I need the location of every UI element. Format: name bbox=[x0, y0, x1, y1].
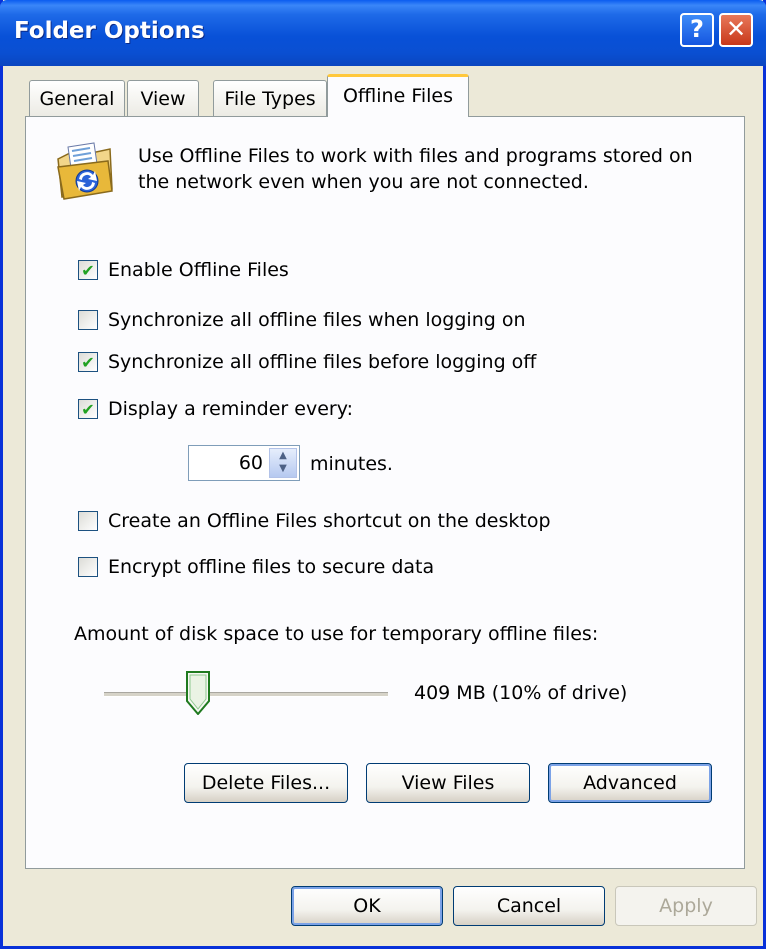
disk-space-slider-thumb[interactable] bbox=[186, 671, 210, 715]
sync-before-logoff-checkbox[interactable]: ✔ Synchronize all offline files before l… bbox=[78, 348, 536, 376]
checkbox-label: Synchronize all offline files when loggi… bbox=[108, 309, 526, 331]
checkbox-box[interactable]: ✔ bbox=[78, 399, 98, 419]
folder-options-dialog: Folder Options ? ✕ General View File Typ… bbox=[0, 0, 766, 949]
checkbox-box[interactable]: ✔ bbox=[78, 352, 98, 372]
checkbox-box[interactable] bbox=[78, 310, 98, 330]
checkbox-box[interactable] bbox=[78, 557, 98, 577]
window-title: Folder Options bbox=[14, 18, 205, 44]
checkbox-box[interactable] bbox=[78, 511, 98, 531]
tab-offline-files[interactable]: Offline Files bbox=[327, 74, 469, 117]
close-button[interactable]: ✕ bbox=[719, 13, 753, 47]
intro-text: Use Offline Files to work with files and… bbox=[138, 145, 693, 193]
offline-folder-icon bbox=[57, 142, 113, 200]
apply-button[interactable]: Apply bbox=[615, 886, 757, 926]
spinner-arrows-icon[interactable]: ▲ ▼ bbox=[269, 448, 297, 478]
display-reminder-checkbox[interactable]: ✔ Display a reminder every: bbox=[78, 395, 353, 423]
create-shortcut-checkbox[interactable]: Create an Offline Files shortcut on the … bbox=[78, 507, 551, 535]
advanced-button[interactable]: Advanced bbox=[548, 763, 712, 803]
tab-view[interactable]: View bbox=[127, 80, 199, 116]
view-files-button[interactable]: View Files bbox=[366, 763, 530, 803]
checkbox-box[interactable]: ✔ bbox=[78, 260, 98, 280]
checkbox-label: Display a reminder every: bbox=[108, 398, 353, 420]
checkbox-label: Create an Offline Files shortcut on the … bbox=[108, 510, 551, 532]
encrypt-files-checkbox[interactable]: Encrypt offline files to secure data bbox=[78, 553, 434, 581]
tab-general[interactable]: General bbox=[29, 80, 125, 116]
help-button[interactable]: ? bbox=[680, 13, 714, 47]
tab-file-types[interactable]: File Types bbox=[213, 80, 327, 116]
enable-offline-files-checkbox[interactable]: ✔ Enable Offline Files bbox=[78, 256, 289, 284]
cancel-button[interactable]: Cancel bbox=[453, 886, 605, 926]
title-bar[interactable]: Folder Options ? ✕ bbox=[0, 0, 766, 66]
disk-space-label: Amount of disk space to use for temporar… bbox=[74, 623, 599, 645]
reminder-minutes-input[interactable]: 60 ▲ ▼ bbox=[188, 445, 300, 481]
checkbox-label: Enable Offline Files bbox=[108, 259, 289, 281]
checkbox-label: Synchronize all offline files before log… bbox=[108, 351, 537, 373]
offline-files-panel: Use Offline Files to work with files and… bbox=[25, 116, 745, 869]
delete-files-button[interactable]: Delete Files... bbox=[184, 763, 348, 803]
minutes-label: minutes. bbox=[310, 453, 393, 475]
disk-space-slider-track[interactable] bbox=[104, 692, 388, 697]
sync-on-logon-checkbox[interactable]: Synchronize all offline files when loggi… bbox=[78, 306, 526, 334]
ok-button[interactable]: OK bbox=[291, 886, 443, 926]
disk-space-value: 409 MB (10% of drive) bbox=[414, 682, 628, 704]
checkbox-label: Encrypt offline files to secure data bbox=[108, 556, 435, 578]
reminder-minutes-spinner[interactable]: 60 ▲ ▼ bbox=[188, 445, 300, 481]
reminder-minutes-value: 60 bbox=[238, 452, 263, 474]
